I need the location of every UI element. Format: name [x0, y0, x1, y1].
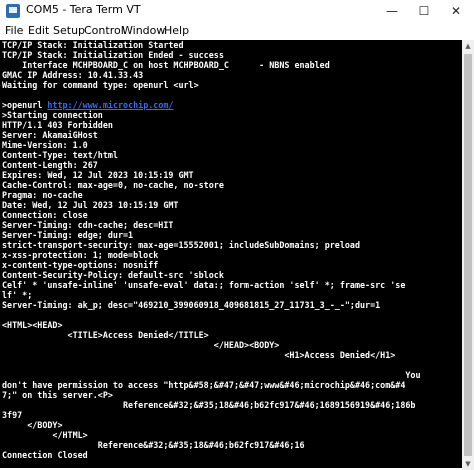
terminal-line: Expires: Wed, 12 Jul 2023 10:15:19 GMT	[2, 170, 194, 180]
terminal-line: Content-Length: 267	[2, 160, 98, 170]
menu-help[interactable]: Help	[164, 24, 189, 37]
menu-window[interactable]: Window	[122, 24, 165, 37]
menu-bar: File Edit Setup Control Window Help	[0, 22, 474, 41]
terminal-line: <HTML><HEAD>	[2, 320, 63, 330]
terminal-line: Celf' * 'unsafe-inline' 'unsafe-eval' da…	[2, 280, 406, 290]
scroll-down-arrow-icon[interactable]: ▼	[462, 458, 474, 470]
url-link[interactable]: http://www.microchip.com/	[47, 100, 173, 110]
terminal-line: x-content-type-options: nosniff	[2, 260, 159, 270]
terminal-line: 3f97	[2, 410, 23, 420]
menu-edit[interactable]: Edit	[28, 24, 49, 37]
minimize-button[interactable]: —	[376, 0, 408, 22]
terminal-line: HTTP/1.1 403 Forbidden	[2, 120, 113, 130]
terminal-line: lf' *;	[2, 290, 33, 300]
terminal-line: GMAC IP Address: 10.41.33.43	[2, 70, 144, 80]
terminal-line: strict-transport-security: max-age=15552…	[2, 240, 360, 250]
terminal-line: >Starting connection	[2, 110, 103, 120]
close-button[interactable]: ✕	[440, 0, 472, 22]
scroll-up-arrow-icon[interactable]: ▲	[462, 40, 474, 52]
terminal-line: don't have permission to access "http&#5…	[2, 380, 406, 390]
maximize-button[interactable]: ☐	[408, 0, 440, 22]
terminal-line: Connection Closed	[2, 450, 88, 460]
vertical-scrollbar[interactable]: ▲ ▼	[462, 40, 474, 470]
menu-setup[interactable]: Setup	[53, 24, 85, 37]
terminal-line: Server-Timing: ak_p; desc="469210_399060…	[2, 300, 381, 310]
terminal-line: Connection: close	[2, 210, 88, 220]
terminal-line: Server-Timing: cdn-cache; desc=HIT	[2, 220, 174, 230]
scrollbar-thumb[interactable]	[464, 54, 472, 456]
terminal-line: x-xss-protection: 1; mode=block	[2, 250, 159, 260]
terminal-line: </BODY>	[2, 420, 63, 430]
menu-file[interactable]: File	[5, 24, 23, 37]
terminal-line: Mime-Version: 1.0	[2, 140, 88, 150]
terminal-line: TCP/IP Stack: Initialization Started	[2, 40, 184, 50]
terminal-line: You	[2, 370, 421, 380]
terminal-line: Content-Security-Policy: default-src 'sb…	[2, 270, 224, 280]
terminal-line: Content-Type: text/html	[2, 150, 118, 160]
terminal-line: </HTML>	[2, 430, 88, 440]
terminal-output[interactable]: TCP/IP Stack: Initialization Started TCP/…	[0, 40, 462, 468]
terminal-line: >openurl http://www.microchip.com/	[2, 100, 173, 110]
terminal-line: </HEAD><BODY>	[2, 340, 280, 350]
terminal-line: Cache-Control: max-age=0, no-cache, no-s…	[2, 180, 224, 190]
terminal-line: Server-Timing: edge; dur=1	[2, 230, 134, 240]
menu-control[interactable]: Control	[84, 24, 124, 37]
title-bar: COM5 - Tera Term VT — ☐ ✕	[0, 0, 474, 22]
terminal-line: 7;" on this server.<P>	[2, 390, 113, 400]
terminal-line: Reference&#32;&#35;18&#46;b62fc917&#46;1…	[2, 400, 416, 410]
terminal-line: Reference&#32;&#35;18&#46;b62fc917&#46;1…	[2, 440, 305, 450]
teraterm-app-icon[interactable]	[6, 4, 20, 18]
terminal-line: <TITLE>Access Denied</TITLE>	[2, 330, 209, 340]
terminal-line: Pragma: no-cache	[2, 190, 83, 200]
terminal-line: TCP/IP Stack: Initialization Ended - suc…	[2, 50, 224, 60]
terminal-line: Interface MCHPBOARD_C on host MCHPBOARD_…	[2, 60, 330, 70]
command-prompt-text: >openurl	[2, 100, 48, 110]
window-title: COM5 - Tera Term VT	[26, 3, 141, 16]
terminal-line: Waiting for command type: openurl <url>	[2, 80, 199, 90]
terminal-line: <H1>Access Denied</H1>	[2, 350, 396, 360]
terminal-line: Server: AkamaiGHost	[2, 130, 98, 140]
terminal-line: Date: Wed, 12 Jul 2023 10:15:19 GMT	[2, 200, 179, 210]
